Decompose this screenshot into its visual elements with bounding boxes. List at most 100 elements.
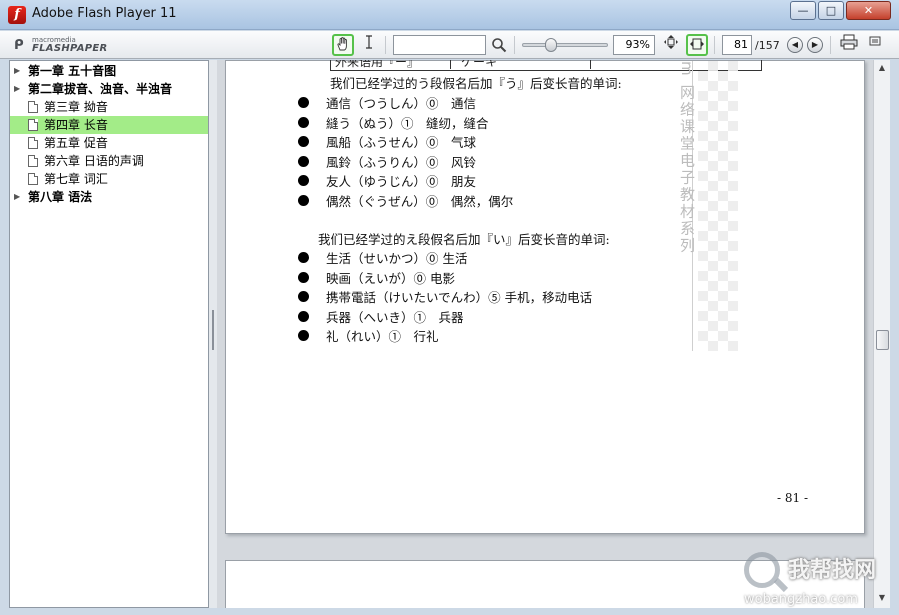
table-cell-text: 外来语用『ー』 <box>335 60 420 69</box>
arrow-right-icon: ▶ <box>811 40 819 49</box>
bullet-icon <box>298 310 309 322</box>
window-title: Adobe Flash Player 11 <box>32 6 177 21</box>
bullet-icon <box>298 330 309 341</box>
vocab-entry: 友人（ゆうじん）⓪ 朋友 <box>326 174 477 189</box>
fit-width-icon <box>690 38 704 50</box>
flashpaper-logo: ᑭ macromedia FLASHPAPER <box>14 36 107 54</box>
side-watermark-text: m 网络课堂电子教材系列 <box>678 61 696 255</box>
toc-item[interactable]: ▶ 第八章 语法 <box>10 188 208 206</box>
fit-height-icon <box>664 35 678 49</box>
toc-item[interactable]: 第四章 长音 <box>10 116 208 134</box>
next-page-button[interactable]: ▶ <box>807 37 823 53</box>
document-icon <box>28 173 38 185</box>
site-watermark-en: wobangzhao.com <box>744 592 858 607</box>
previous-page-button[interactable]: ◀ <box>787 37 803 53</box>
search-icon[interactable] <box>491 37 507 53</box>
table-cell: 外来语用『ー』 <box>331 60 451 69</box>
expand-arrow-icon[interactable]: ▶ <box>14 62 20 80</box>
hand-tool-button[interactable] <box>332 34 354 56</box>
page-number-input[interactable]: 81 <box>722 35 752 55</box>
vocab-entry: 風船（ふうせん）⓪ 气球 <box>326 135 477 150</box>
text-cursor-icon <box>366 35 372 49</box>
splitter-grip-icon[interactable] <box>212 310 214 350</box>
window-bottom-border <box>0 608 899 615</box>
table-cell-text: ケーキ <box>461 60 498 69</box>
toc-item-label: 第八章 语法 <box>28 190 93 204</box>
menu-icon <box>869 36 881 46</box>
toolbar-divider <box>514 36 515 54</box>
bullet-icon <box>298 136 309 147</box>
document-icon <box>28 137 38 149</box>
minimize-button[interactable]: — <box>790 1 816 20</box>
vocab-entry: 兵器（へいき）① 兵器 <box>326 309 464 325</box>
maximize-button[interactable]: □ <box>818 1 844 20</box>
arrow-left-icon: ◀ <box>791 40 799 49</box>
close-button[interactable]: ✕ <box>846 1 891 20</box>
site-watermark-cn: 我帮找网 <box>788 558 877 583</box>
print-button[interactable] <box>838 34 860 56</box>
document-view[interactable]: 外来语用『ー』 ケーキ 我们已经学过的う段假名后加『う』后变长音的单词: 通信（… <box>217 60 873 608</box>
page-total-label: /157 <box>755 39 780 52</box>
toc-item-label: 第四章 长音 <box>44 118 108 132</box>
expand-arrow-icon[interactable]: ▶ <box>14 188 20 206</box>
site-watermark: 我帮找网 wobangzhao.com <box>740 548 895 610</box>
page-number-label: - 81 - <box>777 491 809 505</box>
hand-icon <box>337 37 347 51</box>
checker-pattern <box>698 61 738 351</box>
fit-height-button[interactable] <box>660 34 682 56</box>
toolbar-divider <box>830 36 831 54</box>
zoom-slider-thumb[interactable] <box>545 38 558 52</box>
table-of-contents-panel: ▶ 第一章 五十音图 ▶ 第二章拔音、浊音、半浊音第三章 拗音 第四章 长音 第五章 促音… <box>9 60 209 608</box>
vocab-entry: 映画（えいが）⓪ 电影 <box>326 270 455 286</box>
vocab-entry: 携帯電話（けいたいでんわ）⑤ 手机，移动电话 <box>326 290 593 305</box>
vocab-entry: 縫う（ぬう）① 缝纫，缝合 <box>326 115 489 131</box>
bullet-icon <box>298 175 309 186</box>
toc-item[interactable]: 第五章 促音 <box>10 134 208 152</box>
options-menu-button[interactable] <box>864 34 886 56</box>
bullet-icon <box>298 155 309 167</box>
toc-item[interactable]: 第七章 词汇 <box>10 170 208 188</box>
fit-width-button[interactable] <box>686 34 708 56</box>
toc-item-label: 第五章 促音 <box>44 136 108 150</box>
vocab-entry: 生活（せいかつ）⓪ 生活 <box>326 251 468 266</box>
toc-item[interactable]: ▶ 第二章拔音、浊音、半浊音 <box>10 80 208 98</box>
toc-item-label: 第三章 拗音 <box>44 100 108 114</box>
document-icon <box>28 101 38 113</box>
section-heading: 我们已经学过的う段假名后加『う』后变长音的单词: <box>330 76 622 91</box>
toc-item-label: 第六章 日语的声调 <box>44 154 144 168</box>
brand-big-text: FLASHPAPER <box>32 43 108 54</box>
window-titlebar: f Adobe Flash Player 11 — □ ✕ <box>0 0 899 30</box>
section-heading: 我们已经学过的え段假名后加『い』后变长音的单词: <box>318 232 610 247</box>
toc-item[interactable]: 第三章 拗音 <box>10 98 208 116</box>
magnifier-handle <box>773 577 789 593</box>
toolbar-divider <box>385 36 386 54</box>
text-select-tool-button[interactable] <box>358 34 380 56</box>
toc-item[interactable]: 第六章 日语的声调 <box>10 152 208 170</box>
panel-splitter[interactable] <box>209 60 217 608</box>
zoom-slider-track[interactable] <box>522 43 608 47</box>
vertical-scrollbar[interactable]: ▲ ▼ <box>873 60 890 608</box>
bullet-icon <box>298 291 309 302</box>
printer-icon <box>840 34 858 50</box>
bullet-icon <box>298 194 309 206</box>
scroll-up-icon[interactable]: ▲ <box>876 62 888 74</box>
expand-arrow-icon[interactable]: ▶ <box>14 80 20 98</box>
scrollbar-thumb[interactable] <box>876 330 889 350</box>
flash-player-icon: f <box>8 6 26 24</box>
vocab-entry: 礼（れい）① 行礼 <box>326 329 439 344</box>
bullet-icon <box>298 252 309 263</box>
bullet-icon <box>298 271 309 283</box>
search-input[interactable] <box>393 35 486 55</box>
toc-item-label: 第一章 五十音图 <box>28 64 117 78</box>
toolbar-divider <box>714 36 715 54</box>
toc-item-label: 第七章 词汇 <box>44 172 108 186</box>
document-icon <box>28 119 38 131</box>
vocab-entry: 通信（つうしん）⓪ 通信 <box>326 96 477 111</box>
toc-item-label: 第二章拔音、浊音、半浊音 <box>28 82 173 96</box>
document-page: 外来语用『ー』 ケーキ 我们已经学过的う段假名后加『う』后变长音的单词: 通信（… <box>225 60 865 534</box>
table-cell: ケーキ <box>451 60 591 69</box>
document-icon <box>28 155 38 167</box>
bullet-icon <box>298 116 309 128</box>
toc-item[interactable]: ▶ 第一章 五十音图 <box>10 62 208 80</box>
zoom-level-input[interactable]: 93% <box>613 35 655 55</box>
